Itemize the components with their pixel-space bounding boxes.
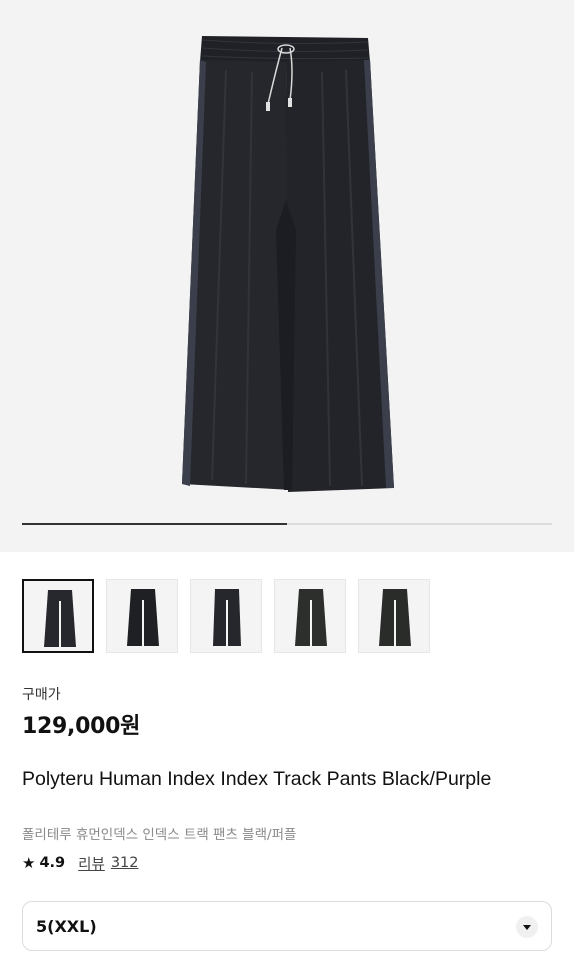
product-name-en: Polyteru Human Index Index Track Pants B… — [22, 768, 492, 790]
chevron-down-icon[interactable] — [516, 916, 538, 938]
rating-row: ★ 4.9 리뷰 312 — [22, 853, 139, 873]
product-name-ko: 폴리테루 휴먼인덱스 인덱스 트랙 팬츠 블랙/퍼플 — [22, 827, 297, 843]
size-select[interactable]: 5(XXL) — [22, 901, 552, 951]
rating-value: 4.9 — [39, 855, 66, 871]
thumbnail-4[interactable] — [274, 579, 346, 653]
thumbnail-1[interactable] — [22, 579, 94, 653]
gallery-progress-track — [22, 523, 552, 525]
pants-image — [182, 36, 394, 492]
star-icon: ★ — [22, 854, 36, 872]
size-select-value: 5(XXL) — [36, 917, 97, 936]
review-link-label[interactable]: 리뷰 — [78, 853, 105, 874]
gallery-progress-fill — [22, 523, 287, 525]
thumbnail-strip — [22, 579, 442, 653]
product-image[interactable] — [0, 0, 574, 552]
price-label: 구매가 — [22, 687, 61, 703]
thumbnail-5[interactable] — [358, 579, 430, 653]
review-count[interactable]: 312 — [111, 855, 139, 871]
thumbnail-2[interactable] — [106, 579, 178, 653]
thumbnail-3[interactable] — [190, 579, 262, 653]
price: 129,000원 — [22, 714, 141, 739]
